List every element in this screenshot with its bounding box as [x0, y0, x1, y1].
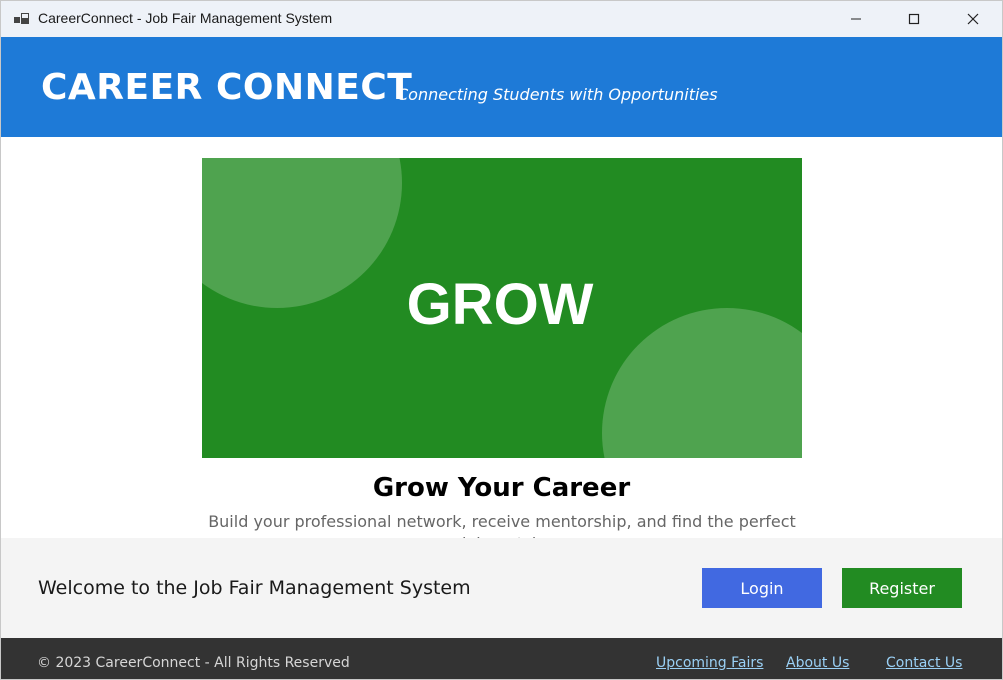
banner-word: GROW	[406, 272, 594, 337]
brand-tagline: Connecting Students with Opportunities	[397, 85, 718, 104]
slide-banner-image: GROW	[202, 158, 802, 458]
maximize-button[interactable]	[885, 1, 943, 37]
login-button[interactable]: Login	[702, 568, 822, 608]
register-button[interactable]: Register	[842, 568, 962, 608]
welcome-message: Welcome to the Job Fair Management Syste…	[38, 577, 471, 599]
minimize-icon	[850, 13, 862, 25]
app-footer: © 2023 CareerConnect - All Rights Reserv…	[1, 638, 1002, 679]
title-bar[interactable]: CareerConnect - Job Fair Management Syst…	[1, 1, 1002, 37]
copyright-text: © 2023 CareerConnect - All Rights Reserv…	[37, 655, 350, 671]
slide-description: Build your professional network, receive…	[208, 512, 796, 538]
app-window: CareerConnect - Job Fair Management Syst…	[0, 0, 1003, 680]
brand-title: CAREER CONNECT	[41, 67, 413, 108]
close-button[interactable]	[944, 1, 1002, 37]
close-icon	[967, 13, 979, 25]
app-window-icon	[14, 11, 30, 25]
contact-us-link[interactable]: Contact Us	[886, 655, 962, 671]
upcoming-fairs-link[interactable]: Upcoming Fairs	[656, 655, 763, 671]
action-bar: Welcome to the Job Fair Management Syste…	[1, 538, 1002, 638]
slide-title: Grow Your Career	[372, 473, 631, 503]
app-header: CAREER CONNECT Connecting Students with …	[1, 37, 1002, 137]
about-us-link[interactable]: About Us	[786, 655, 849, 671]
main-content: GROW Grow Your Career Build your profess…	[1, 137, 1002, 538]
window-title: CareerConnect - Job Fair Management Syst…	[38, 10, 333, 26]
maximize-icon	[908, 13, 920, 25]
minimize-button[interactable]	[827, 1, 885, 37]
